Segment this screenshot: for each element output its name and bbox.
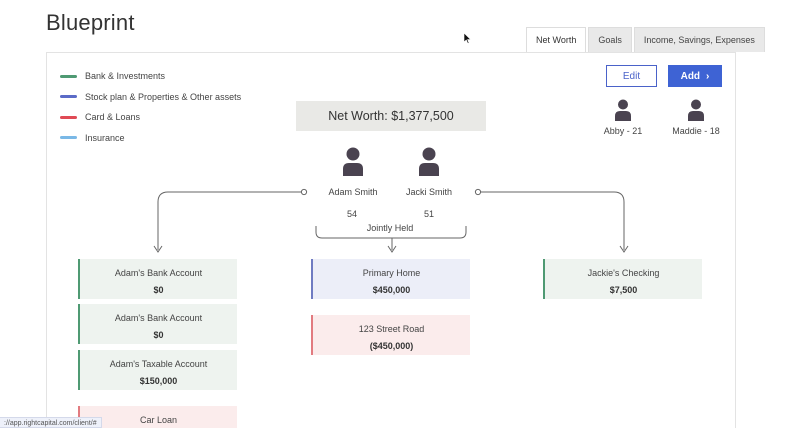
legend: Bank & Investments Stock plan & Properti…	[60, 66, 241, 148]
account-name: Adam's Bank Account	[114, 268, 203, 278]
status-bar-url: ://app.rightcapital.com/client/#	[0, 417, 102, 428]
person-icon	[688, 99, 704, 121]
page-title: Blueprint	[46, 10, 135, 35]
person-adam-smith[interactable]: Adam Smith	[318, 147, 388, 197]
account-name: 123 Street Road	[358, 324, 425, 334]
legend-label: Bank & Investments	[85, 71, 166, 82]
account-card[interactable]: Jackie's Checking $7,500	[543, 259, 702, 299]
account-name: Adam's Taxable Account	[109, 359, 208, 369]
legend-item-stock-properties: Stock plan & Properties & Other assets	[60, 87, 241, 108]
account-amount: ($450,000)	[369, 341, 414, 351]
account-amount: $150,000	[139, 376, 178, 386]
edit-button[interactable]: Edit	[606, 65, 657, 87]
legend-item-card-loans: Card & Loans	[60, 107, 241, 128]
add-button-label: Add	[680, 70, 701, 82]
account-amount: $0	[153, 330, 164, 340]
account-amount: $7,500	[609, 285, 638, 295]
legend-swatch-red	[60, 115, 77, 119]
account-card[interactable]: Adam's Bank Account $0	[78, 259, 237, 299]
legend-swatch-green	[60, 74, 77, 78]
tab-net-worth[interactable]: Net Worth	[526, 27, 587, 53]
account-card[interactable]: 123 Street Road ($450,000)	[311, 315, 470, 355]
dependent-label: Abby - 21	[603, 126, 643, 136]
person-icon	[615, 99, 631, 121]
account-amount: $450,000	[372, 285, 411, 295]
person-name: Adam Smith	[328, 187, 378, 197]
account-card[interactable]: Adam's Bank Account $0	[78, 304, 237, 344]
legend-label: Insurance	[85, 132, 125, 143]
add-button[interactable]: Add ›	[668, 65, 722, 87]
account-name: Jackie's Checking	[587, 268, 660, 278]
jointly-held-label: Jointly Held	[366, 223, 414, 233]
account-card[interactable]: Car Loan	[78, 406, 237, 428]
person-age-adam: 54	[347, 209, 358, 219]
person-name: Jacki Smith	[405, 187, 452, 197]
mouse-cursor-icon	[463, 32, 472, 47]
dependent-maddie[interactable]: Maddie - 18	[666, 99, 726, 136]
account-amount: $0	[153, 285, 164, 295]
legend-swatch-light-blue	[60, 136, 77, 140]
tab-goals[interactable]: Goals	[588, 27, 632, 52]
dependent-abby[interactable]: Abby - 21	[596, 99, 650, 136]
legend-item-bank-investments: Bank & Investments	[60, 66, 241, 87]
account-name: Adam's Bank Account	[114, 313, 203, 323]
person-jacki-smith[interactable]: Jacki Smith	[394, 147, 464, 197]
legend-item-insurance: Insurance	[60, 128, 241, 149]
dependent-label: Maddie - 18	[672, 126, 720, 136]
legend-swatch-blue	[60, 95, 77, 99]
account-card[interactable]: Adam's Taxable Account $150,000	[78, 350, 237, 390]
account-name: Car Loan	[139, 415, 178, 425]
view-tabs: Net Worth Goals Income, Savings, Expense…	[524, 27, 765, 53]
person-icon	[419, 147, 439, 176]
person-age-jacki: 51	[424, 209, 435, 219]
person-icon	[343, 147, 363, 176]
account-card[interactable]: Primary Home $450,000	[311, 259, 470, 299]
tab-income-savings-expenses[interactable]: Income, Savings, Expenses	[633, 27, 765, 52]
chevron-right-icon: ›	[706, 70, 710, 82]
legend-label: Stock plan & Properties & Other assets	[85, 91, 242, 102]
legend-label: Card & Loans	[85, 112, 141, 123]
net-worth-summary: Net Worth: $1,377,500	[296, 101, 486, 131]
account-name: Primary Home	[362, 268, 421, 278]
